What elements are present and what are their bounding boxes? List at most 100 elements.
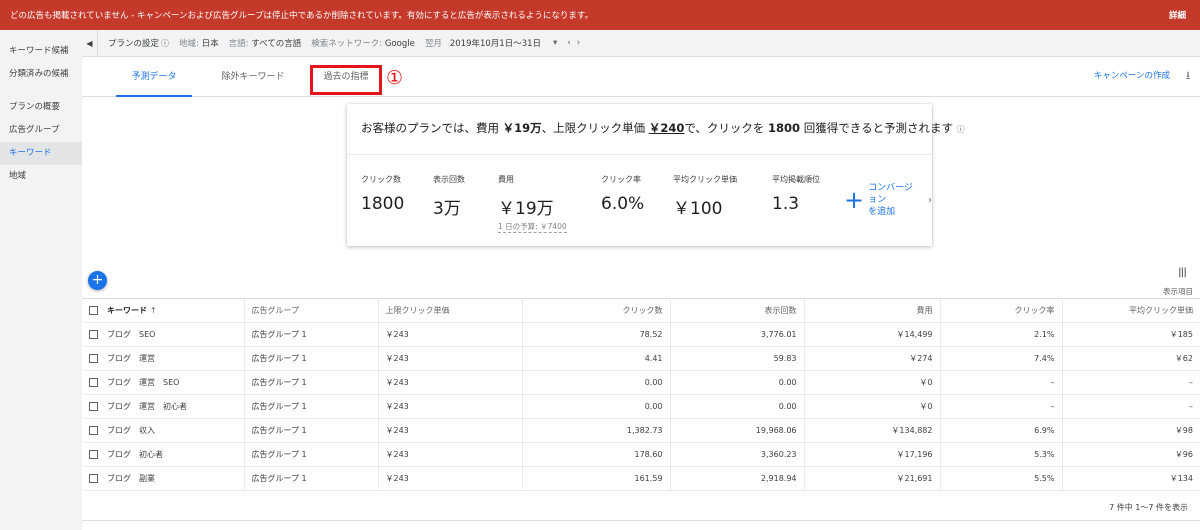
tab-bar: 予測データ 除外キーワード 過去の指標 ① キャンペーンの作成 ⭳ [82,57,1200,97]
plan-settings-bar: ◀ プランの設定 ⓘ 地域: 日本 言語: すべての言語 検索ネットワーク: Go… [82,29,1200,57]
cell-ad-group: 広告グループ 1 [243,442,378,467]
cell-keyword: ブログ SEO [82,322,244,347]
add-conversion-button[interactable]: + コンバージョン を追加 › [844,182,932,218]
cell-cost: ￥0 [803,370,940,395]
headline-suffix: 回獲得できると予測されます [800,121,953,135]
alert-detail-link[interactable]: 詳細 [1169,9,1186,21]
cell-max-cpc[interactable]: ￥243 [377,322,522,347]
row-checkbox[interactable] [89,354,98,363]
alert-message: どの広告も掲載されていません - キャンペーンおよび広告グループは停止中であるか… [10,11,594,21]
header-ctr[interactable]: クリック率 [939,298,1062,323]
info-icon[interactable]: ⓘ [957,125,965,134]
cell-max-cpc[interactable]: ￥243 [377,466,522,491]
header-cost[interactable]: 費用 [803,298,940,323]
table-row: ブログ 運営 初心者 広告グループ 1 ￥243 0.00 0.00 ￥0 – … [82,394,1200,419]
tab-forecast[interactable]: 予測データ [116,57,192,97]
header-ad-group[interactable]: 広告グループ [243,298,378,323]
sidebar-item-locations[interactable]: 地域 [0,165,82,188]
cell-avg-cpc: – [1061,394,1200,419]
sidebar-item-keyword-ideas[interactable]: キーワード候補 [0,40,82,63]
headline-cost: ￥19万 [502,121,542,135]
header-avg-cpc[interactable]: 平均クリック単価 [1061,298,1200,323]
network-value: Google [384,39,415,49]
row-checkbox[interactable] [89,378,98,387]
sidebar-item-keywords[interactable]: キーワード [0,142,82,165]
cell-keyword: ブログ 初心者 [82,442,244,467]
tab-negative-keywords[interactable]: 除外キーワード [208,57,298,97]
table-row: ブログ 収入 広告グループ 1 ￥243 1,382.73 19,968.06 … [82,418,1200,443]
plan-settings-label[interactable]: プランの設定 ⓘ [108,37,169,49]
metric-value: 1800 [361,194,405,214]
language-setting[interactable]: 言語: すべての言語 [229,37,302,49]
metric-label: クリック率 [601,175,641,184]
network-setting[interactable]: 検索ネットワーク: Google [311,37,415,49]
region-label: 地域: [179,39,199,49]
select-all-checkbox[interactable] [89,306,98,315]
sidebar-item-ad-groups[interactable]: 広告グループ [0,119,82,142]
metric-cost: 費用 ￥19万 1 日の予算: ￥7400 [498,174,567,233]
keyword-text: ブログ SEO [107,330,156,339]
region-setting[interactable]: 地域: 日本 [179,37,219,49]
cell-avg-cpc: ￥134 [1061,466,1200,491]
collapse-sidebar-button[interactable]: ◀ [82,29,98,57]
cell-max-cpc[interactable]: ￥243 [377,418,522,443]
cell-clicks: 78.52 [521,322,670,347]
daily-budget[interactable]: 1 日の予算: ￥7400 [498,221,567,233]
download-icon[interactable]: ⭳ [1186,67,1190,86]
cell-avg-cpc: ￥62 [1061,346,1200,371]
header-keyword[interactable]: キーワード ↑ [82,298,244,323]
create-campaign-button[interactable]: キャンペーンの作成 [1094,69,1170,81]
date-range-setting[interactable]: 翌月 2019年10月1日～31日 [425,37,541,49]
cell-ctr: 5.5% [939,466,1062,491]
header-keyword-label: キーワード [107,306,147,315]
metric-value: ￥19万 [498,199,554,219]
columns-icon[interactable]: ||| [1178,267,1187,278]
cell-max-cpc[interactable]: ￥243 [377,442,522,467]
table-row: ブログ SEO 広告グループ 1 ￥243 78.52 3,776.01 ￥14… [82,322,1200,347]
cell-ad-group: 広告グループ 1 [243,466,378,491]
cell-ad-group: 広告グループ 1 [243,346,378,371]
metric-ctr: クリック率 6.0% [601,174,644,214]
cell-impressions: 0.00 [669,370,804,395]
cell-cost: ￥17,196 [803,442,940,467]
header-clicks[interactable]: クリック数 [521,298,670,323]
metric-clicks: クリック数 1800 [361,174,404,214]
cell-clicks: 0.00 [521,370,670,395]
info-icon[interactable]: ⓘ [161,39,169,48]
cell-avg-cpc: – [1061,370,1200,395]
header-max-cpc[interactable]: 上限クリック単価 [377,298,522,323]
row-checkbox[interactable] [89,426,98,435]
chevron-left-icon[interactable]: ‹ [567,38,576,48]
add-conversion-label: コンバージョン を追加 [868,182,918,218]
headline-max-cpc[interactable]: ￥240 [649,121,685,135]
conversion-line1: コンバージョン [868,183,913,205]
header-impressions[interactable]: 表示回数 [669,298,804,323]
row-checkbox[interactable] [89,450,98,459]
row-checkbox[interactable] [89,330,98,339]
cell-avg-cpc: ￥96 [1061,442,1200,467]
cell-ctr: 5.3% [939,442,1062,467]
row-checkbox[interactable] [89,402,98,411]
chevron-right-icon: › [928,194,932,206]
headline-clicks: 1800 [768,121,801,135]
columns-label[interactable]: 表示項目 [1163,286,1193,297]
sort-arrow-icon[interactable]: ↑ [150,306,157,315]
cell-max-cpc[interactable]: ￥243 [377,370,522,395]
sidebar-item-grouped-ideas[interactable]: 分類済みの候補 [0,63,82,86]
forecast-card: お客様のプランでは、費用 ￥19万、上限クリック単価 ￥240で、クリックを 1… [347,104,965,246]
row-checkbox[interactable] [89,474,98,483]
cell-max-cpc[interactable]: ￥243 [377,346,522,371]
table-row: ブログ 初心者 広告グループ 1 ￥243 178.60 3,360.23 ￥1… [82,442,1200,467]
table-row: ブログ 運営 広告グループ 1 ￥243 4.41 59.83 ￥274 7.4… [82,346,1200,371]
keyword-text: ブログ 運営 初心者 [107,402,187,411]
sidebar-item-plan-overview[interactable]: プランの概要 [0,96,82,119]
headline-mid2: で、クリックを [684,121,769,135]
chevron-right-icon[interactable]: › [577,38,586,48]
add-keyword-fab[interactable]: + [88,271,107,290]
dropdown-arrow-icon[interactable]: ▾ [553,38,557,48]
cell-impressions: 19,968.06 [669,418,804,443]
cell-max-cpc[interactable]: ￥243 [377,394,522,419]
card-divider [347,154,932,155]
